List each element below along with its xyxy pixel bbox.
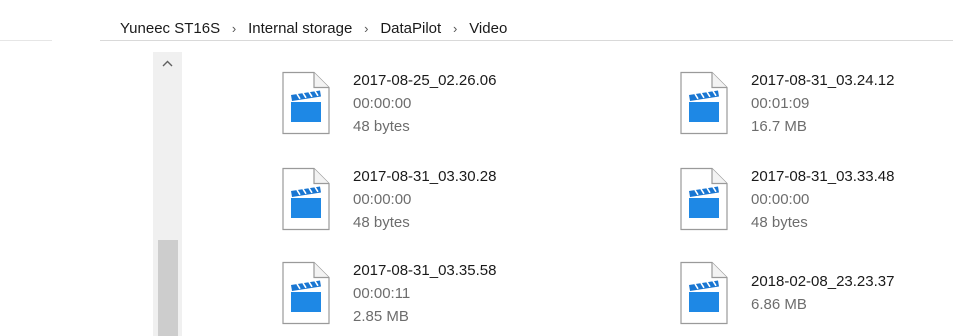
file-item[interactable]: 2017-08-31_03.24.12 00:01:09 16.7 MB — [678, 69, 953, 151]
video-file-icon — [280, 71, 332, 135]
video-file-icon — [678, 261, 730, 325]
file-duration: 00:00:11 — [353, 285, 411, 302]
file-details: 2017-08-31_03.30.28 00:00:00 48 bytes — [353, 165, 496, 234]
video-file-icon — [280, 167, 332, 231]
file-duration: 00:01:09 — [751, 95, 810, 112]
breadcrumb-item-datapilot[interactable]: DataPilot — [378, 20, 443, 37]
chevron-up-icon — [162, 60, 173, 66]
breadcrumb-item-device[interactable]: Yuneec ST16S — [118, 20, 222, 37]
breadcrumb: Yuneec ST16S › Internal storage › DataPi… — [118, 20, 509, 37]
file-details: 2017-08-25_02.26.06 00:00:00 48 bytes — [353, 69, 496, 138]
divider — [100, 40, 953, 41]
file-details: 2018-02-08_23.23.37 6.86 MB — [751, 270, 894, 316]
file-size: 6.86 MB — [751, 296, 807, 313]
file-name: 2017-08-31_03.33.48 — [751, 168, 895, 185]
file-name: 2017-08-31_03.30.28 — [353, 168, 497, 185]
file-explorer-window: Yuneec ST16S › Internal storage › DataPi… — [0, 0, 953, 336]
file-size: 48 bytes — [353, 118, 410, 135]
file-duration: 00:00:00 — [751, 191, 810, 208]
file-details: 2017-08-31_03.35.58 00:00:11 2.85 MB — [353, 259, 496, 328]
video-file-icon — [678, 71, 730, 135]
file-size: 48 bytes — [353, 214, 410, 231]
file-duration: 00:00:00 — [353, 95, 412, 112]
chevron-right-icon[interactable]: › — [354, 21, 378, 36]
file-item[interactable]: 2017-08-31_03.30.28 00:00:00 48 bytes — [280, 165, 570, 247]
file-item[interactable]: 2018-02-08_23.23.37 6.86 MB — [678, 259, 953, 336]
file-size: 16.7 MB — [751, 118, 807, 135]
file-item[interactable]: 2017-08-31_03.35.58 00:00:11 2.85 MB — [280, 259, 570, 336]
file-duration: 00:00:00 — [353, 191, 412, 208]
file-name: 2018-02-08_23.23.37 — [751, 273, 895, 290]
scrollbar-thumb[interactable] — [158, 240, 178, 336]
chevron-right-icon[interactable]: › — [443, 21, 467, 36]
video-file-icon — [280, 261, 332, 325]
address-bar[interactable]: Yuneec ST16S › Internal storage › DataPi… — [0, 6, 953, 40]
file-name: 2017-08-25_02.26.06 — [353, 72, 497, 89]
file-size: 2.85 MB — [353, 308, 409, 325]
file-name: 2017-08-31_03.24.12 — [751, 72, 895, 89]
file-size: 48 bytes — [751, 214, 808, 231]
scroll-up-button[interactable] — [153, 52, 182, 74]
file-item[interactable]: 2017-08-25_02.26.06 00:00:00 48 bytes — [280, 69, 570, 151]
file-details: 2017-08-31_03.24.12 00:01:09 16.7 MB — [751, 69, 894, 138]
file-name: 2017-08-31_03.35.58 — [353, 262, 497, 279]
file-details: 2017-08-31_03.33.48 00:00:00 48 bytes — [751, 165, 894, 234]
breadcrumb-item-storage[interactable]: Internal storage — [246, 20, 354, 37]
chevron-right-icon[interactable]: › — [222, 21, 246, 36]
breadcrumb-item-video[interactable]: Video — [467, 20, 509, 37]
video-file-icon — [678, 167, 730, 231]
file-item[interactable]: 2017-08-31_03.33.48 00:00:00 48 bytes — [678, 165, 953, 247]
